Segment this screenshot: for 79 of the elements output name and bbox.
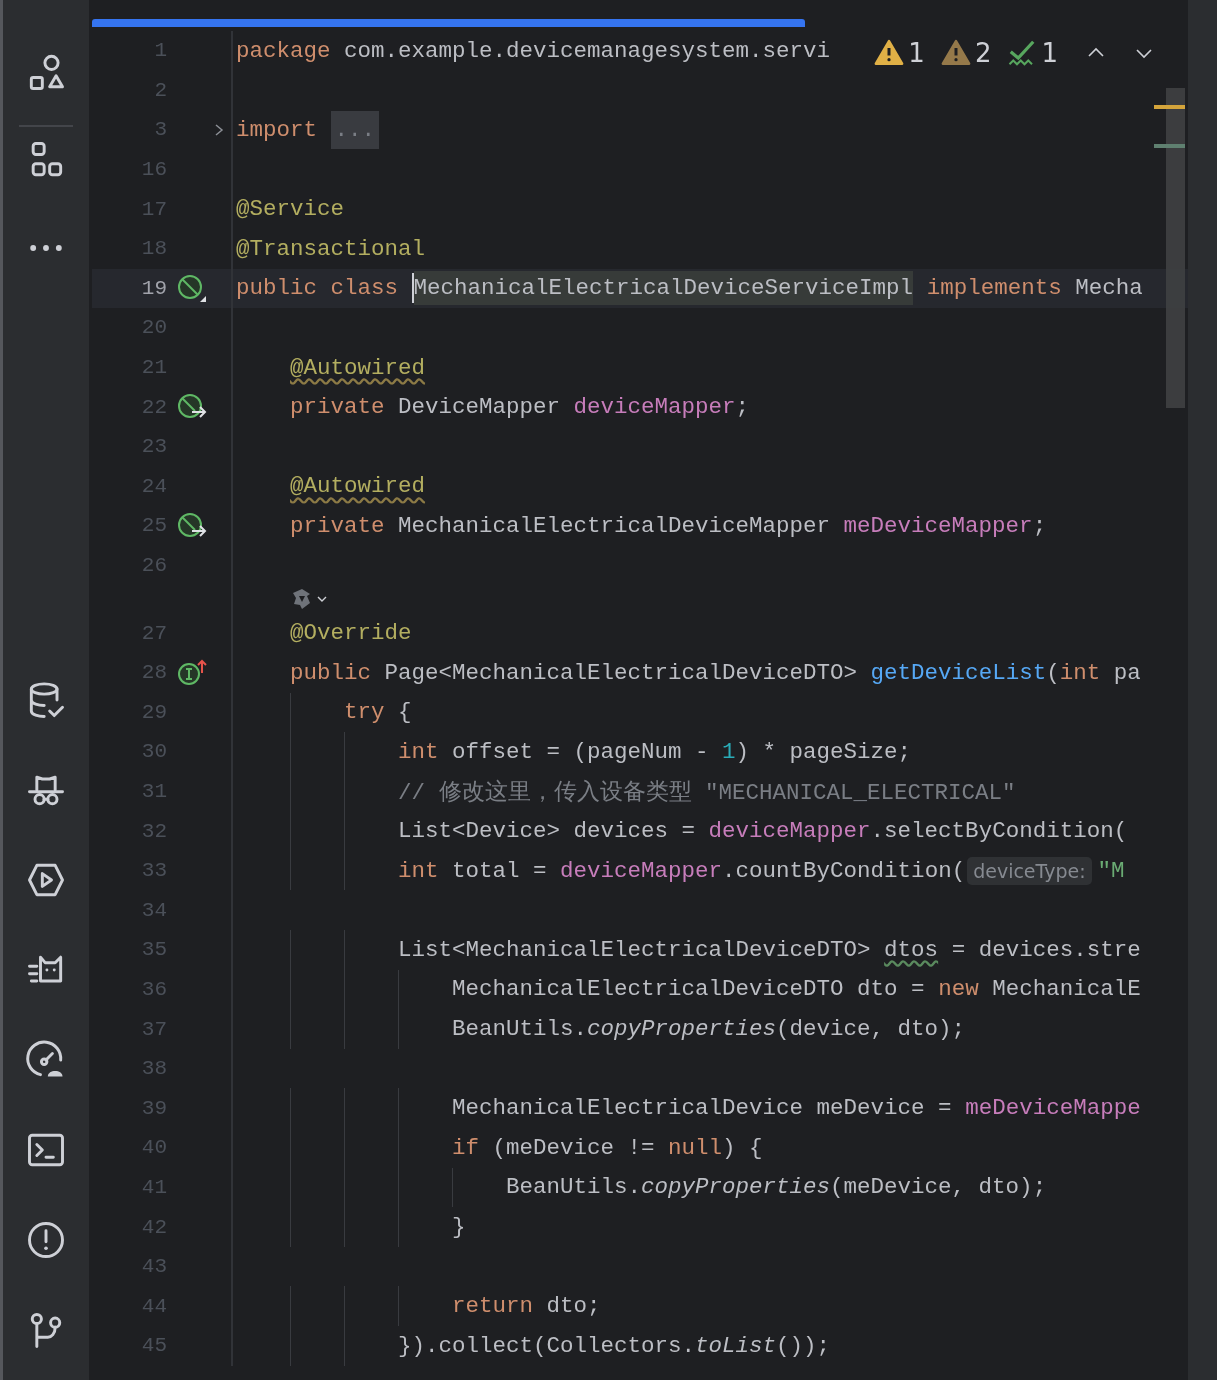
warning-marker[interactable] (1154, 105, 1185, 109)
parameter-hint: deviceType: (967, 856, 1092, 885)
field-name: deviceMapper (573, 394, 736, 421)
code-text: BeanUtils. (506, 1174, 642, 1201)
code-text: ) { (722, 1134, 763, 1161)
typo-marker[interactable] (1154, 144, 1185, 148)
code-text: ; (1032, 512, 1047, 539)
annotation: @Autowired (290, 354, 426, 381)
keyword: import (236, 117, 317, 143)
annotation: @Service (236, 196, 345, 223)
code-text: .selectByCondition( (870, 818, 1128, 845)
code-text: ()); (776, 1332, 831, 1359)
number-literal: 1 (722, 738, 736, 765)
code-text: List<MechanicalElectricalDeviceDTO> (398, 936, 872, 963)
implements-icon[interactable] (177, 658, 207, 687)
code-text: pa (1112, 659, 1141, 686)
scrollbar-thumb[interactable] (1166, 88, 1185, 408)
keyword: implements (925, 275, 1062, 302)
class-name: MechanicalElectricalDeviceServiceImpl (413, 271, 914, 306)
keyword: new (938, 976, 979, 1003)
issue-count[interactable]: 2 (974, 38, 992, 68)
autowire-icon[interactable] (177, 511, 207, 540)
code-text: com.example.devicemanagesystem.servi (343, 37, 831, 64)
field-name: meDeviceMapper (843, 512, 1033, 539)
code-text: (meDevice != (491, 1134, 656, 1161)
annotation: @Transactional (236, 235, 426, 262)
keyword: int (398, 857, 439, 884)
keyword: private (290, 512, 385, 539)
bean-icon[interactable] (177, 274, 207, 303)
code-text: dto; (545, 1293, 601, 1320)
keyword: if (452, 1134, 480, 1161)
code-text: BeanUtils. (452, 1016, 588, 1043)
keyword: private (290, 394, 385, 421)
code-text: (device, dto); (776, 1016, 966, 1043)
warning-icon[interactable] (940, 38, 971, 68)
code-comment: // 修改这里，传入设备类型 "MECHANICAL_ELECTRICAL" (398, 778, 1016, 807)
keyword: int (1059, 659, 1101, 686)
method-name: copyProperties (587, 1016, 777, 1043)
keyword: int (398, 738, 439, 765)
code-text: List<Device> devices = (398, 818, 697, 845)
keyword: return (452, 1293, 534, 1320)
warning-icon[interactable] (874, 38, 905, 68)
variable-name: dtos (884, 936, 939, 963)
code-text: MechanicalElectricalDevice meDevice = (452, 1095, 953, 1122)
keyword: package (236, 37, 331, 64)
string-literal: "M (1097, 857, 1125, 884)
annotation: @Override (290, 620, 412, 647)
annotation: @Autowired (290, 473, 426, 500)
code-text: (meDevice, dto); (830, 1174, 1047, 1201)
field-name: deviceMapper (708, 818, 871, 845)
code-text: }).collect(Collectors. (398, 1332, 696, 1359)
method-name: copyProperties (641, 1174, 831, 1201)
field-name: meDeviceMappe (965, 1095, 1141, 1122)
code-text: Page<MechanicalElectricalDeviceDTO> (383, 659, 859, 686)
code-text: MechanicalElectricalDeviceMapper (397, 512, 832, 539)
code-text: total = (451, 857, 548, 884)
code-text: .countByCondition( (722, 857, 966, 884)
code-text: ) * pageSize; (735, 738, 912, 765)
code-text: offset = (pageNum - (451, 738, 710, 765)
keyword: null (668, 1134, 723, 1161)
line-number: 19 (140, 276, 167, 300)
keyword: try (344, 699, 385, 726)
keyword: public (290, 659, 371, 686)
code-text: { (397, 699, 412, 726)
field-name: deviceMapper (560, 857, 723, 884)
issue-count[interactable]: 1 (1041, 38, 1058, 68)
fold-chevron-icon[interactable] (213, 122, 225, 138)
issue-count[interactable]: 1 (908, 38, 925, 68)
code-text: ; (735, 394, 750, 421)
code-text: MechanicalE (991, 976, 1141, 1003)
code-text: = devices.stre (950, 936, 1141, 963)
code-text: MechanicalElectricalDeviceDTO dto = (452, 976, 926, 1003)
code-text: Mecha (1074, 275, 1143, 302)
code-text: ( (1046, 659, 1060, 686)
code-text: DeviceMapper (397, 394, 562, 421)
method-name: getDeviceList (870, 659, 1047, 686)
keyword: public class (236, 275, 400, 302)
method-name: toList (695, 1332, 777, 1359)
code-text: } (452, 1214, 466, 1240)
